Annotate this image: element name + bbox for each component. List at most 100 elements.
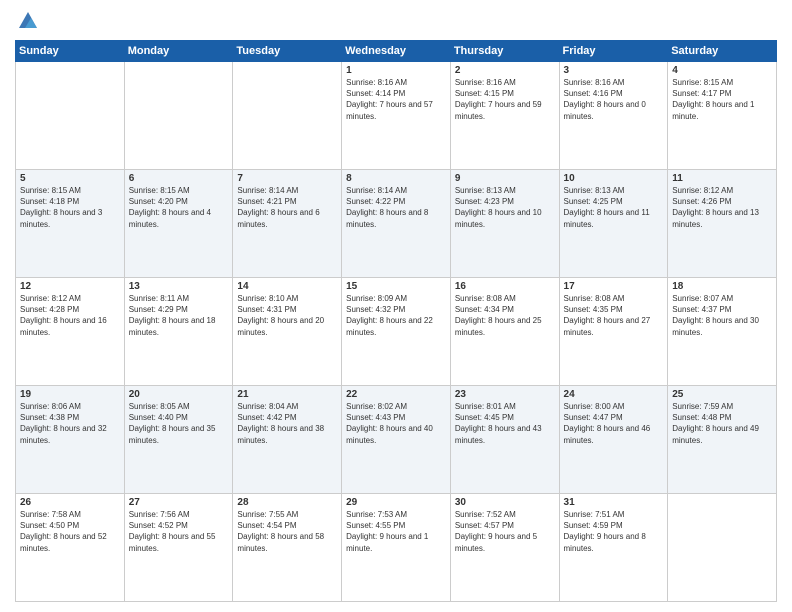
day-info: Sunrise: 7:53 AMSunset: 4:55 PMDaylight:…: [346, 509, 446, 554]
day-number: 21: [237, 389, 337, 400]
day-info: Sunrise: 8:15 AMSunset: 4:20 PMDaylight:…: [129, 185, 229, 230]
day-info: Sunrise: 8:10 AMSunset: 4:31 PMDaylight:…: [237, 293, 337, 338]
day-info: Sunrise: 8:02 AMSunset: 4:43 PMDaylight:…: [346, 401, 446, 446]
calendar-cell: [16, 62, 125, 170]
day-number: 24: [564, 389, 664, 400]
day-number: 16: [455, 281, 555, 292]
day-number: 9: [455, 173, 555, 184]
day-number: 15: [346, 281, 446, 292]
calendar-cell: 27Sunrise: 7:56 AMSunset: 4:52 PMDayligh…: [124, 494, 233, 602]
day-info: Sunrise: 8:09 AMSunset: 4:32 PMDaylight:…: [346, 293, 446, 338]
calendar-cell: 2Sunrise: 8:16 AMSunset: 4:15 PMDaylight…: [450, 62, 559, 170]
weekday-header-sunday: Sunday: [16, 41, 125, 62]
day-number: 18: [672, 281, 772, 292]
calendar-cell: 16Sunrise: 8:08 AMSunset: 4:34 PMDayligh…: [450, 278, 559, 386]
day-number: 12: [20, 281, 120, 292]
day-number: 17: [564, 281, 664, 292]
day-number: 10: [564, 173, 664, 184]
calendar-cell: 24Sunrise: 8:00 AMSunset: 4:47 PMDayligh…: [559, 386, 668, 494]
weekday-header-wednesday: Wednesday: [342, 41, 451, 62]
day-number: 7: [237, 173, 337, 184]
calendar-cell: 15Sunrise: 8:09 AMSunset: 4:32 PMDayligh…: [342, 278, 451, 386]
day-info: Sunrise: 7:56 AMSunset: 4:52 PMDaylight:…: [129, 509, 229, 554]
calendar-cell: 7Sunrise: 8:14 AMSunset: 4:21 PMDaylight…: [233, 170, 342, 278]
day-info: Sunrise: 8:08 AMSunset: 4:34 PMDaylight:…: [455, 293, 555, 338]
day-info: Sunrise: 8:11 AMSunset: 4:29 PMDaylight:…: [129, 293, 229, 338]
day-number: 26: [20, 497, 120, 508]
day-number: 2: [455, 65, 555, 76]
calendar-week-4: 19Sunrise: 8:06 AMSunset: 4:38 PMDayligh…: [16, 386, 777, 494]
day-number: 25: [672, 389, 772, 400]
header: [15, 10, 777, 32]
day-info: Sunrise: 8:14 AMSunset: 4:22 PMDaylight:…: [346, 185, 446, 230]
day-number: 11: [672, 173, 772, 184]
day-info: Sunrise: 8:16 AMSunset: 4:14 PMDaylight:…: [346, 77, 446, 122]
day-info: Sunrise: 7:52 AMSunset: 4:57 PMDaylight:…: [455, 509, 555, 554]
day-info: Sunrise: 7:55 AMSunset: 4:54 PMDaylight:…: [237, 509, 337, 554]
day-number: 29: [346, 497, 446, 508]
day-info: Sunrise: 8:01 AMSunset: 4:45 PMDaylight:…: [455, 401, 555, 446]
day-info: Sunrise: 8:08 AMSunset: 4:35 PMDaylight:…: [564, 293, 664, 338]
calendar-week-2: 5Sunrise: 8:15 AMSunset: 4:18 PMDaylight…: [16, 170, 777, 278]
calendar-cell: 29Sunrise: 7:53 AMSunset: 4:55 PMDayligh…: [342, 494, 451, 602]
calendar-cell: 13Sunrise: 8:11 AMSunset: 4:29 PMDayligh…: [124, 278, 233, 386]
calendar-week-3: 12Sunrise: 8:12 AMSunset: 4:28 PMDayligh…: [16, 278, 777, 386]
day-info: Sunrise: 8:15 AMSunset: 4:17 PMDaylight:…: [672, 77, 772, 122]
calendar-cell: 25Sunrise: 7:59 AMSunset: 4:48 PMDayligh…: [668, 386, 777, 494]
calendar-table: SundayMondayTuesdayWednesdayThursdayFrid…: [15, 40, 777, 602]
day-number: 31: [564, 497, 664, 508]
calendar-cell: 14Sunrise: 8:10 AMSunset: 4:31 PMDayligh…: [233, 278, 342, 386]
calendar-cell: 20Sunrise: 8:05 AMSunset: 4:40 PMDayligh…: [124, 386, 233, 494]
calendar-cell: 26Sunrise: 7:58 AMSunset: 4:50 PMDayligh…: [16, 494, 125, 602]
calendar-cell: [668, 494, 777, 602]
calendar-cell: 8Sunrise: 8:14 AMSunset: 4:22 PMDaylight…: [342, 170, 451, 278]
calendar-cell: 22Sunrise: 8:02 AMSunset: 4:43 PMDayligh…: [342, 386, 451, 494]
day-number: 30: [455, 497, 555, 508]
calendar-cell: 23Sunrise: 8:01 AMSunset: 4:45 PMDayligh…: [450, 386, 559, 494]
day-info: Sunrise: 8:12 AMSunset: 4:28 PMDaylight:…: [20, 293, 120, 338]
day-info: Sunrise: 8:05 AMSunset: 4:40 PMDaylight:…: [129, 401, 229, 446]
day-info: Sunrise: 8:16 AMSunset: 4:16 PMDaylight:…: [564, 77, 664, 122]
calendar-cell: 31Sunrise: 7:51 AMSunset: 4:59 PMDayligh…: [559, 494, 668, 602]
calendar-cell: 10Sunrise: 8:13 AMSunset: 4:25 PMDayligh…: [559, 170, 668, 278]
day-info: Sunrise: 7:51 AMSunset: 4:59 PMDaylight:…: [564, 509, 664, 554]
calendar-cell: 9Sunrise: 8:13 AMSunset: 4:23 PMDaylight…: [450, 170, 559, 278]
weekday-header-monday: Monday: [124, 41, 233, 62]
day-info: Sunrise: 8:14 AMSunset: 4:21 PMDaylight:…: [237, 185, 337, 230]
day-number: 28: [237, 497, 337, 508]
logo: [15, 10, 39, 32]
day-info: Sunrise: 8:13 AMSunset: 4:25 PMDaylight:…: [564, 185, 664, 230]
day-number: 1: [346, 65, 446, 76]
day-info: Sunrise: 8:15 AMSunset: 4:18 PMDaylight:…: [20, 185, 120, 230]
calendar-cell: 5Sunrise: 8:15 AMSunset: 4:18 PMDaylight…: [16, 170, 125, 278]
logo-icon: [17, 10, 39, 30]
day-info: Sunrise: 8:13 AMSunset: 4:23 PMDaylight:…: [455, 185, 555, 230]
calendar-week-5: 26Sunrise: 7:58 AMSunset: 4:50 PMDayligh…: [16, 494, 777, 602]
calendar-cell: 11Sunrise: 8:12 AMSunset: 4:26 PMDayligh…: [668, 170, 777, 278]
day-info: Sunrise: 8:12 AMSunset: 4:26 PMDaylight:…: [672, 185, 772, 230]
day-number: 23: [455, 389, 555, 400]
day-number: 19: [20, 389, 120, 400]
calendar-cell: 21Sunrise: 8:04 AMSunset: 4:42 PMDayligh…: [233, 386, 342, 494]
day-number: 5: [20, 173, 120, 184]
weekday-header-row: SundayMondayTuesdayWednesdayThursdayFrid…: [16, 41, 777, 62]
page: SundayMondayTuesdayWednesdayThursdayFrid…: [0, 0, 792, 612]
calendar-cell: 6Sunrise: 8:15 AMSunset: 4:20 PMDaylight…: [124, 170, 233, 278]
calendar-cell: 30Sunrise: 7:52 AMSunset: 4:57 PMDayligh…: [450, 494, 559, 602]
calendar-cell: 12Sunrise: 8:12 AMSunset: 4:28 PMDayligh…: [16, 278, 125, 386]
calendar-cell: 4Sunrise: 8:15 AMSunset: 4:17 PMDaylight…: [668, 62, 777, 170]
calendar-cell: 28Sunrise: 7:55 AMSunset: 4:54 PMDayligh…: [233, 494, 342, 602]
calendar-cell: [233, 62, 342, 170]
day-info: Sunrise: 7:59 AMSunset: 4:48 PMDaylight:…: [672, 401, 772, 446]
calendar-cell: 19Sunrise: 8:06 AMSunset: 4:38 PMDayligh…: [16, 386, 125, 494]
day-number: 3: [564, 65, 664, 76]
day-number: 27: [129, 497, 229, 508]
logo-text: [15, 10, 39, 32]
day-info: Sunrise: 8:16 AMSunset: 4:15 PMDaylight:…: [455, 77, 555, 122]
calendar-cell: 3Sunrise: 8:16 AMSunset: 4:16 PMDaylight…: [559, 62, 668, 170]
day-number: 13: [129, 281, 229, 292]
calendar-cell: 18Sunrise: 8:07 AMSunset: 4:37 PMDayligh…: [668, 278, 777, 386]
calendar-header: SundayMondayTuesdayWednesdayThursdayFrid…: [16, 41, 777, 62]
calendar-cell: 17Sunrise: 8:08 AMSunset: 4:35 PMDayligh…: [559, 278, 668, 386]
day-number: 8: [346, 173, 446, 184]
